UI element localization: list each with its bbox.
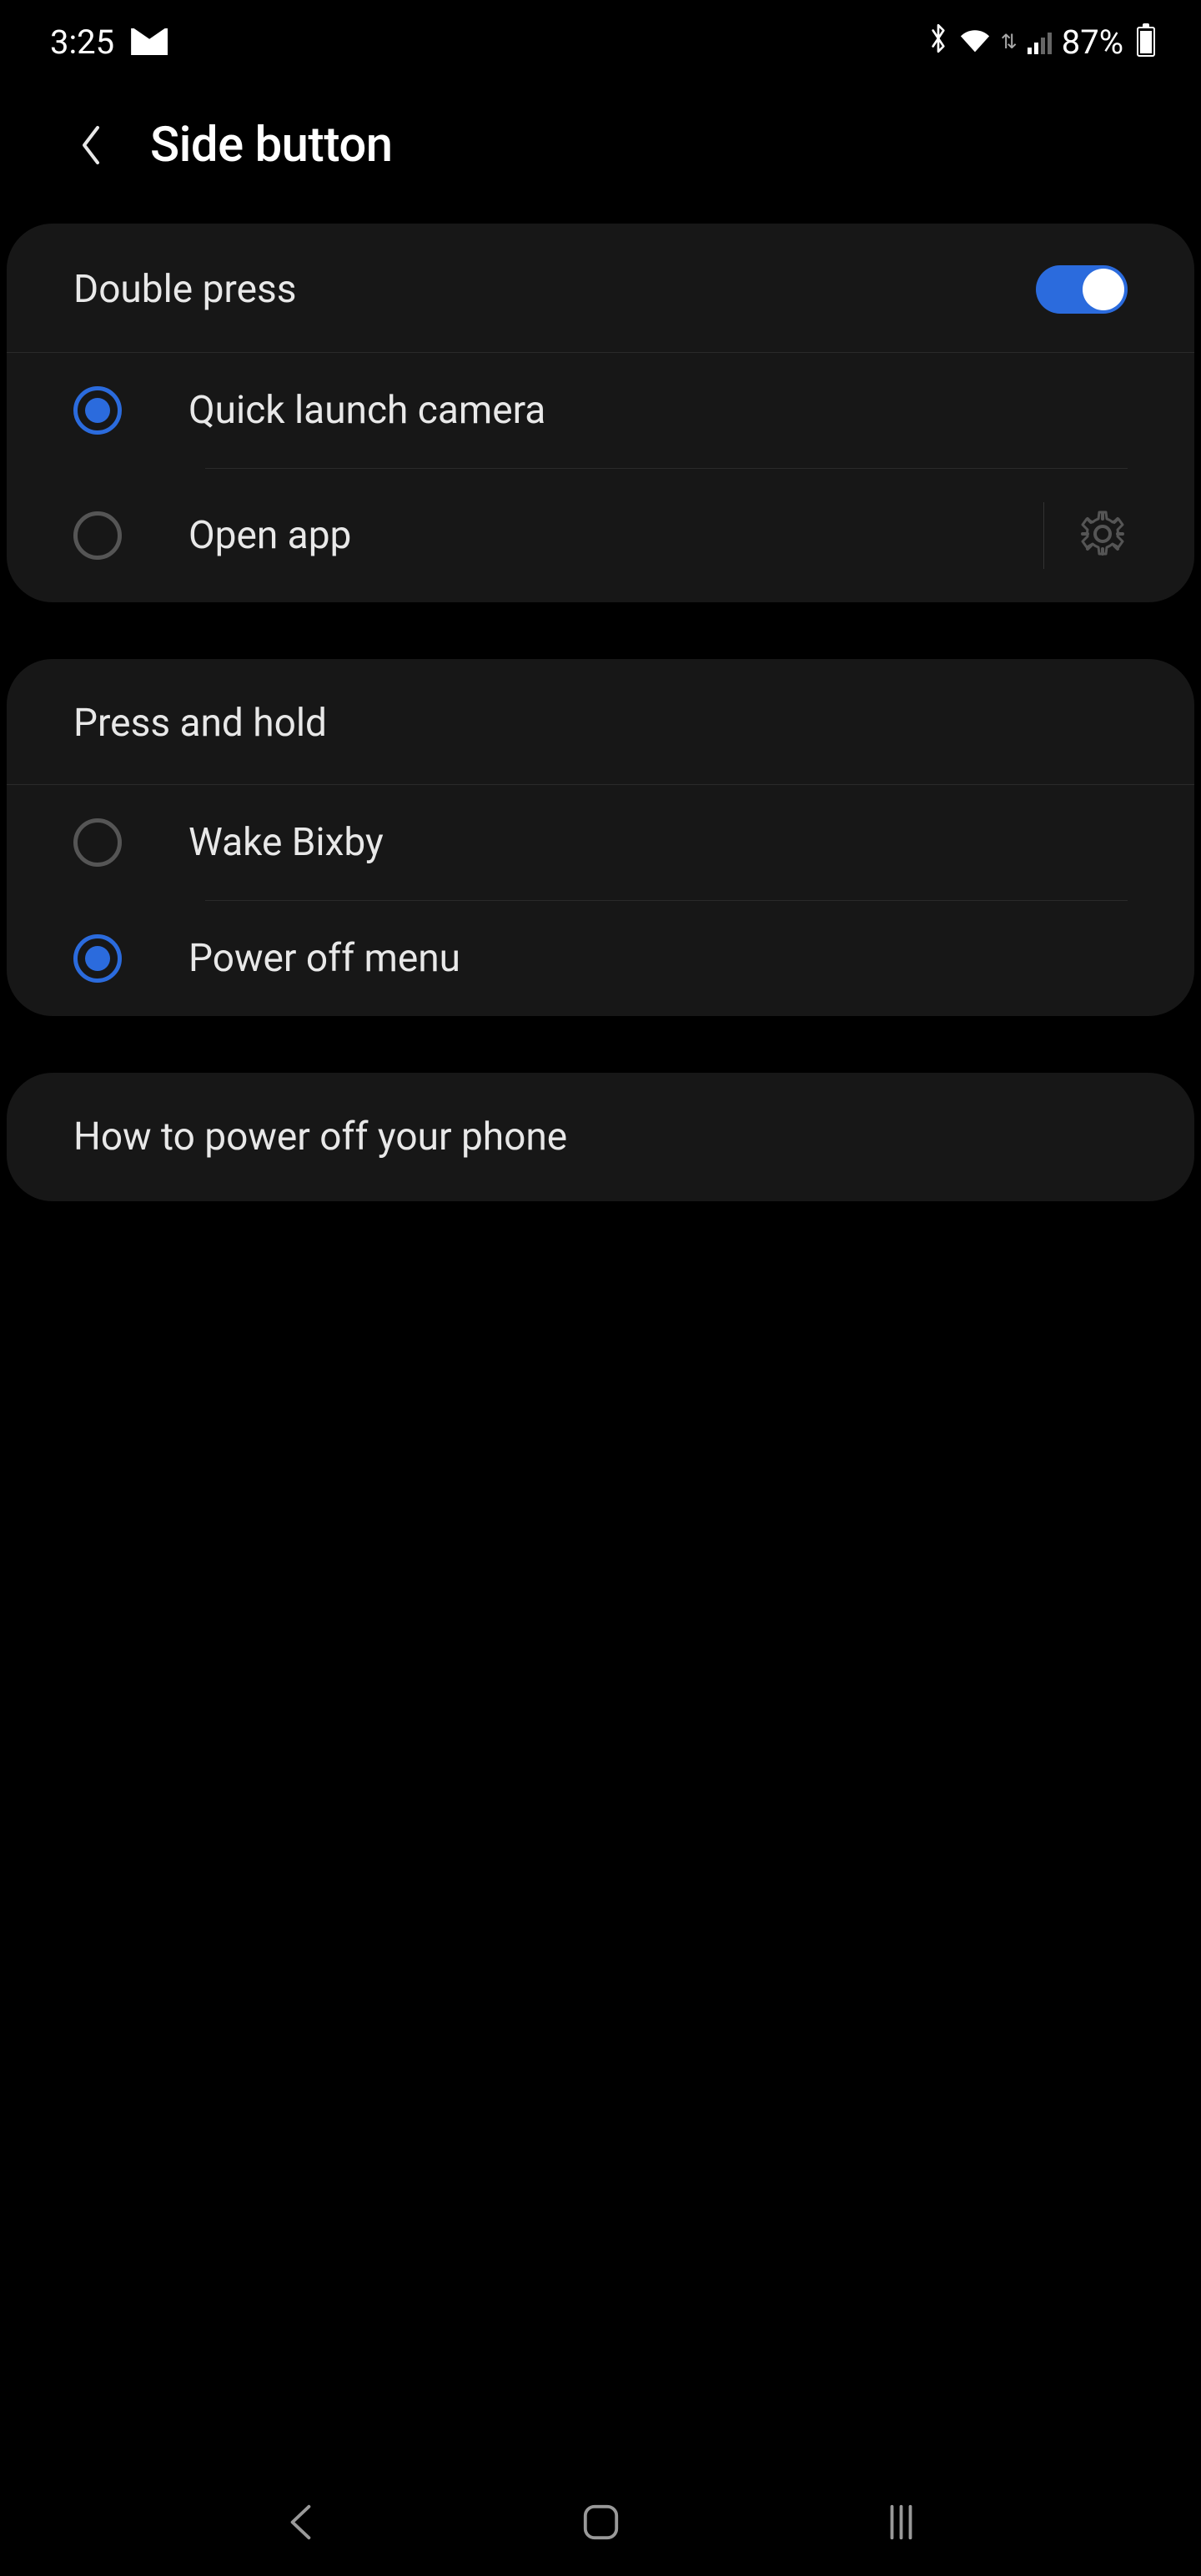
double-press-header[interactable]: Double press bbox=[7, 224, 1194, 353]
double-press-section: Double press Quick launch camera Open ap… bbox=[7, 224, 1194, 602]
radio-selected-icon bbox=[73, 386, 122, 435]
double-press-toggle[interactable] bbox=[1036, 265, 1128, 314]
chevron-left-icon bbox=[79, 124, 104, 166]
battery-percent: 87% bbox=[1062, 23, 1123, 62]
signal-icon bbox=[1028, 29, 1052, 54]
bluetooth-icon bbox=[927, 23, 949, 62]
status-left: 3:25 bbox=[50, 23, 168, 62]
option-power-off-menu[interactable]: Power off menu bbox=[7, 901, 1194, 1016]
radio-unselected-icon bbox=[73, 511, 122, 560]
radio-selected-icon bbox=[73, 934, 122, 983]
gear-icon bbox=[1078, 509, 1128, 562]
recents-icon bbox=[878, 2499, 924, 2545]
battery-icon bbox=[1137, 27, 1155, 57]
status-time: 3:25 bbox=[50, 23, 114, 62]
option-label: Wake Bixby bbox=[188, 820, 1128, 865]
press-hold-section: Press and hold Wake Bixby Power off menu bbox=[7, 659, 1194, 1016]
option-label: Open app bbox=[188, 513, 1043, 558]
option-open-app[interactable]: Open app bbox=[7, 469, 1194, 602]
page-title: Side button bbox=[150, 117, 393, 174]
header: Side button bbox=[0, 83, 1201, 224]
data-arrows-icon: ⇅ bbox=[1001, 30, 1018, 53]
how-to-power-off-button[interactable]: How to power off your phone bbox=[7, 1073, 1194, 1201]
option-label: Quick launch camera bbox=[188, 388, 1128, 433]
option-quick-launch-camera[interactable]: Quick launch camera bbox=[7, 353, 1194, 468]
open-app-settings-button[interactable] bbox=[1043, 502, 1128, 569]
navigation-bar bbox=[0, 2468, 1201, 2576]
status-right: ⇅ 87% bbox=[927, 23, 1155, 62]
mail-icon bbox=[131, 28, 168, 55]
back-button[interactable] bbox=[75, 120, 108, 170]
info-text: How to power off your phone bbox=[73, 1114, 1128, 1160]
chevron-left-icon bbox=[278, 2499, 324, 2545]
nav-recents-button[interactable] bbox=[867, 2488, 934, 2555]
double-press-title: Double press bbox=[73, 267, 296, 312]
radio-unselected-icon bbox=[73, 818, 122, 867]
option-wake-bixby[interactable]: Wake Bixby bbox=[7, 785, 1194, 900]
nav-home-button[interactable] bbox=[567, 2488, 634, 2555]
status-bar: 3:25 ⇅ 87% bbox=[0, 0, 1201, 83]
option-label: Power off menu bbox=[188, 936, 1128, 981]
wifi-icon bbox=[959, 29, 991, 54]
press-hold-header: Press and hold bbox=[7, 659, 1194, 785]
press-hold-title: Press and hold bbox=[73, 701, 327, 746]
nav-back-button[interactable] bbox=[267, 2488, 334, 2555]
home-icon bbox=[578, 2499, 624, 2545]
